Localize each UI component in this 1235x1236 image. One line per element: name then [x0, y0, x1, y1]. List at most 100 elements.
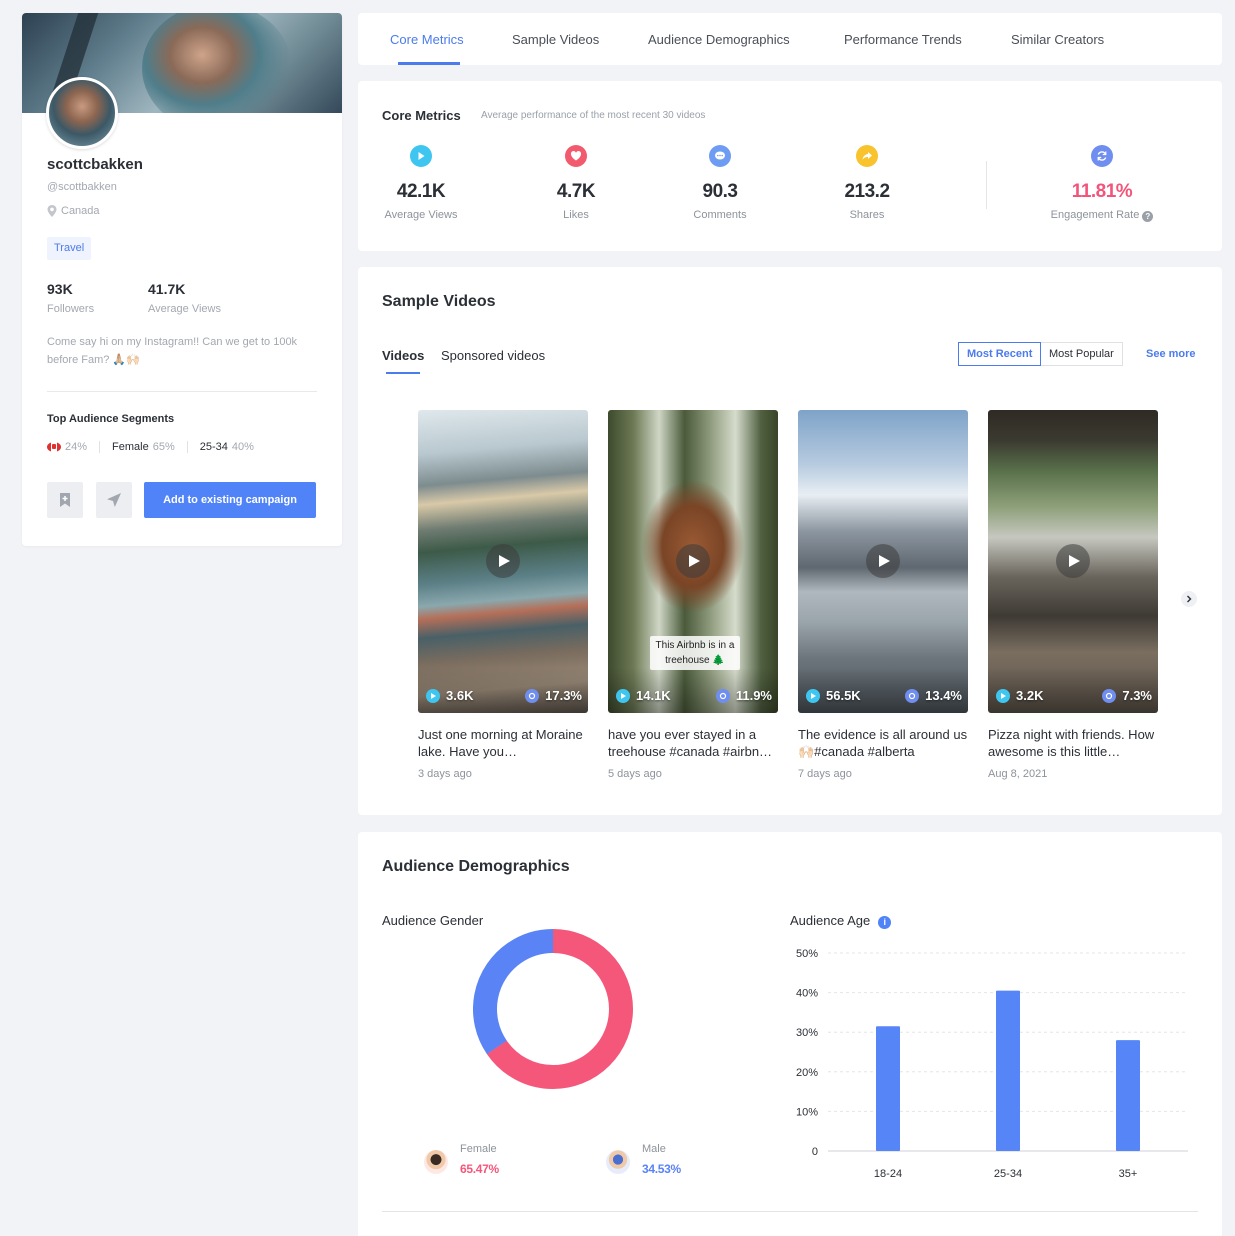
age-segment: 25-34 — [199, 441, 228, 453]
play-button[interactable] — [676, 544, 710, 578]
video-stats: 14.1K 11.9% — [616, 688, 772, 703]
views-icon — [806, 688, 820, 703]
carousel-next-button[interactable] — [1181, 591, 1197, 607]
help-icon[interactable]: ? — [1142, 211, 1154, 222]
most-popular-toggle[interactable]: Most Popular — [1041, 342, 1123, 366]
category-tag[interactable]: Travel — [47, 237, 92, 260]
likes-metric: 4.7K Likes — [516, 145, 636, 221]
core-metrics-title: Core Metrics — [382, 108, 461, 123]
video-stats: 56.5K 13.4% — [806, 688, 962, 703]
play-icon — [689, 555, 700, 567]
audience-gender-title: Audience Gender — [382, 913, 484, 928]
engagement-rate-label: Engagement Rate? — [1042, 209, 1162, 222]
active-subtab-indicator — [386, 372, 420, 374]
refresh-icon — [1091, 145, 1113, 167]
sample-videos-title: Sample Videos — [382, 293, 496, 310]
add-to-campaign-button[interactable]: Add to existing campaign — [144, 482, 316, 518]
metric-label: Shares — [849, 209, 885, 221]
section-tabs: Core Metrics Sample Videos Audience Demo… — [358, 13, 1222, 65]
sample-videos-panel: Sample Videos Videos Sponsored videos Mo… — [358, 267, 1222, 815]
audience-demographics-title: Audience Demographics — [382, 858, 570, 875]
avatar[interactable] — [46, 77, 118, 149]
user-handle: @scottbakken — [47, 181, 117, 193]
info-icon[interactable]: i — [878, 916, 892, 929]
canada-flag-icon — [47, 442, 61, 452]
engagement-icon — [715, 688, 730, 703]
username: scottcbakken — [47, 156, 143, 173]
bar-25-34[interactable] — [996, 990, 1020, 1151]
play-icon — [499, 555, 510, 567]
metric-value: 213.2 — [844, 181, 890, 202]
video-thumbnail[interactable]: 3.6K 17.3% — [418, 410, 588, 713]
send-message-button[interactable] — [96, 482, 132, 518]
bookmark-button[interactable] — [47, 482, 83, 518]
tab-performance-trends[interactable]: Performance Trends — [844, 32, 962, 47]
video-stats: 3.2K 7.3% — [996, 688, 1152, 703]
legend-female-value: 65.47% — [460, 1162, 499, 1176]
engagement-icon — [525, 688, 540, 703]
video-engagement: 7.3% — [1122, 688, 1152, 703]
video-title[interactable]: The evidence is all around us 🙌🏻#canada … — [798, 726, 968, 760]
age-percent: 40% — [231, 441, 254, 453]
metric-label: Comments — [693, 209, 747, 221]
see-more-link[interactable]: See more — [1146, 348, 1196, 360]
audience-segments: 24% Female 65% 25-34 40% — [47, 441, 254, 453]
core-metrics-panel: Core Metrics Average performance of the … — [358, 81, 1222, 251]
average-views-metric: 42.1K Average Views — [361, 145, 481, 221]
followers-label: Followers — [47, 303, 95, 315]
country-percent: 24% — [65, 441, 88, 453]
y-tick-label: 0 — [812, 1146, 818, 1158]
average-views-stat: 41.7K Average Views — [148, 281, 221, 315]
video-title[interactable]: have you ever stayed in a treehouse #can… — [608, 726, 778, 760]
female-avatar-icon — [424, 1150, 448, 1174]
legend-female-label: Female — [460, 1143, 497, 1155]
heart-icon — [565, 145, 587, 167]
play-button[interactable] — [1056, 544, 1090, 578]
video-thumbnail[interactable]: 3.2K 7.3% — [988, 410, 1158, 713]
video-card[interactable]: 3.6K 17.3% Just one morning at Moraine l… — [418, 410, 588, 780]
video-date: 3 days ago — [418, 768, 472, 780]
bar-35+[interactable] — [1116, 1040, 1140, 1151]
location-pin-icon — [47, 205, 57, 217]
y-tick-label: 40% — [796, 988, 818, 1000]
video-card[interactable]: 3.2K 7.3% Pizza night with friends. How … — [988, 410, 1158, 780]
bar-18-24[interactable] — [876, 1026, 900, 1151]
metric-label: Average Views — [384, 209, 458, 221]
chevron-right-icon — [1187, 595, 1192, 603]
send-icon — [107, 493, 121, 507]
legend-male-label: Male — [642, 1143, 666, 1155]
active-tab-indicator — [398, 62, 460, 65]
video-thumbnail[interactable]: 56.5K 13.4% — [798, 410, 968, 713]
metric-value: 4.7K — [556, 181, 596, 202]
views-icon — [616, 688, 630, 703]
y-tick-label: 20% — [796, 1067, 818, 1079]
divider — [47, 391, 317, 392]
most-recent-toggle[interactable]: Most Recent — [958, 342, 1042, 366]
tab-core-metrics[interactable]: Core Metrics — [390, 32, 464, 47]
tab-audience-demographics[interactable]: Audience Demographics — [648, 32, 790, 47]
views-icon — [996, 688, 1010, 703]
video-date: 7 days ago — [798, 768, 852, 780]
video-card[interactable]: This Airbnb is in a treehouse 🌲 14.1K 11… — [608, 410, 778, 780]
x-tick-label: 18-24 — [874, 1168, 902, 1180]
video-engagement: 17.3% — [545, 688, 582, 703]
play-button[interactable] — [866, 544, 900, 578]
video-thumbnail[interactable]: This Airbnb is in a treehouse 🌲 14.1K 11… — [608, 410, 778, 713]
audience-age-title: Audience Age i — [790, 913, 892, 929]
top-audience-segments-title: Top Audience Segments — [47, 413, 175, 425]
subtab-videos[interactable]: Videos — [382, 348, 424, 363]
video-views: 3.6K — [446, 688, 474, 703]
tab-sample-videos[interactable]: Sample Videos — [512, 32, 599, 47]
video-title[interactable]: Just one morning at Moraine lake. Have y… — [418, 726, 588, 760]
play-icon — [879, 555, 890, 567]
followers-stat: 93K Followers — [47, 281, 94, 315]
views-icon — [426, 688, 440, 703]
video-card[interactable]: 56.5K 13.4% The evidence is all around u… — [798, 410, 968, 780]
subtab-sponsored-videos[interactable]: Sponsored videos — [441, 348, 545, 363]
tab-similar-creators[interactable]: Similar Creators — [1011, 32, 1104, 47]
video-title[interactable]: Pizza night with friends. How awesome is… — [988, 726, 1158, 760]
average-views-value: 41.7K — [148, 281, 186, 297]
x-tick-label: 25-34 — [994, 1168, 1022, 1180]
followers-value: 93K — [47, 281, 73, 297]
play-button[interactable] — [486, 544, 520, 578]
